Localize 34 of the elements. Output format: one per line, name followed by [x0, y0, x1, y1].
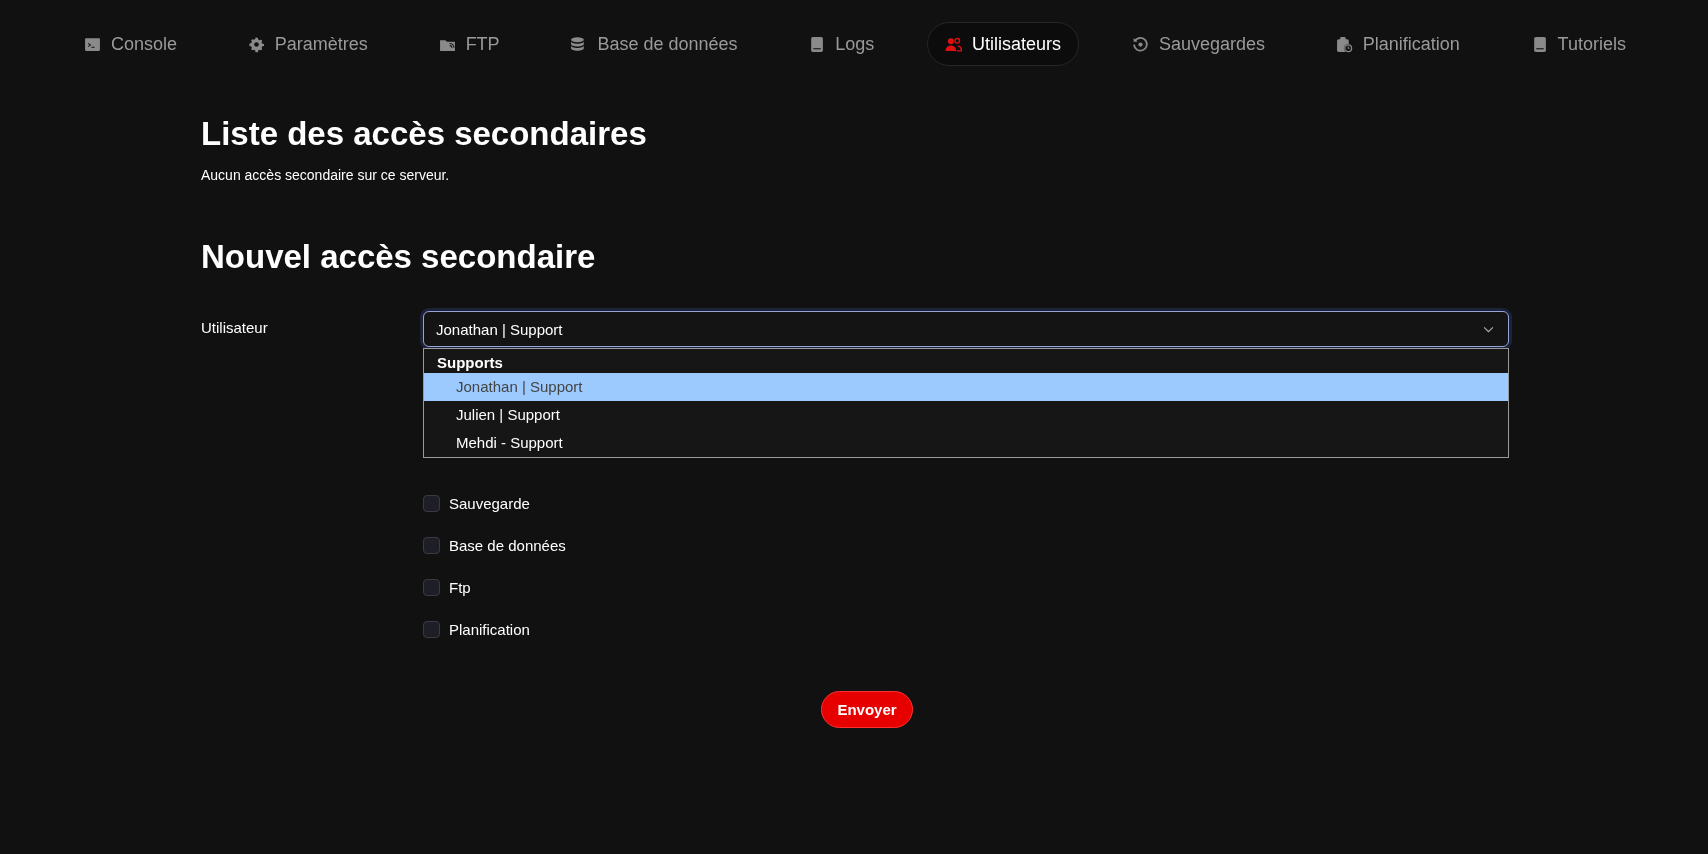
nav-tab[interactable]: Sauvegardes	[1113, 22, 1283, 66]
nav-tab[interactable]: Utilisateurs	[927, 22, 1080, 66]
select-field[interactable]: Jonathan | Support	[423, 311, 1509, 347]
nav-tab[interactable]: FTP	[420, 22, 518, 66]
nav-tab[interactable]: Console	[66, 22, 196, 66]
section-heading: Nouvel accès secondaire	[201, 237, 597, 277]
checkbox-label: Base de données	[449, 536, 566, 554]
section-heading: Liste des accès secondaires	[201, 114, 648, 154]
restore-icon	[1131, 35, 1149, 53]
empty-message: Aucun accès secondaire sur ce serveur.	[201, 167, 451, 183]
calendar-clock-icon	[1335, 35, 1353, 53]
dropdown-option[interactable]: Mehdi - Support	[424, 429, 1508, 457]
nav-tab[interactable]: Paramètres	[229, 22, 386, 66]
settings-icon	[247, 35, 265, 53]
field-label: Utilisateur	[201, 318, 269, 338]
chevron-down-icon	[1483, 325, 1494, 333]
dropdown-option[interactable]: Jonathan | Support	[424, 373, 1508, 401]
checkbox-label: Sauvegarde	[449, 494, 530, 512]
dropdown-option[interactable]: Julien | Support	[424, 401, 1508, 429]
submit-button[interactable]: Envoyer	[821, 691, 913, 728]
book-icon	[808, 35, 826, 53]
option-group-label: Supports	[436, 353, 504, 373]
checkbox[interactable]	[423, 620, 440, 638]
users-icon	[945, 35, 963, 53]
checkbox-label: Planification	[449, 620, 530, 638]
checkbox-label: Ftp	[449, 578, 471, 596]
nav-tab[interactable]: Tutoriels	[1512, 22, 1644, 66]
console-icon	[84, 35, 101, 53]
checkbox[interactable]	[423, 578, 440, 596]
nav-tab[interactable]: Logs	[790, 22, 893, 66]
checkbox[interactable]	[423, 494, 440, 512]
nav-tab[interactable]: Planification	[1317, 22, 1478, 66]
checkbox[interactable]	[423, 536, 440, 554]
nav-tab[interactable]: Base de données	[552, 22, 756, 66]
